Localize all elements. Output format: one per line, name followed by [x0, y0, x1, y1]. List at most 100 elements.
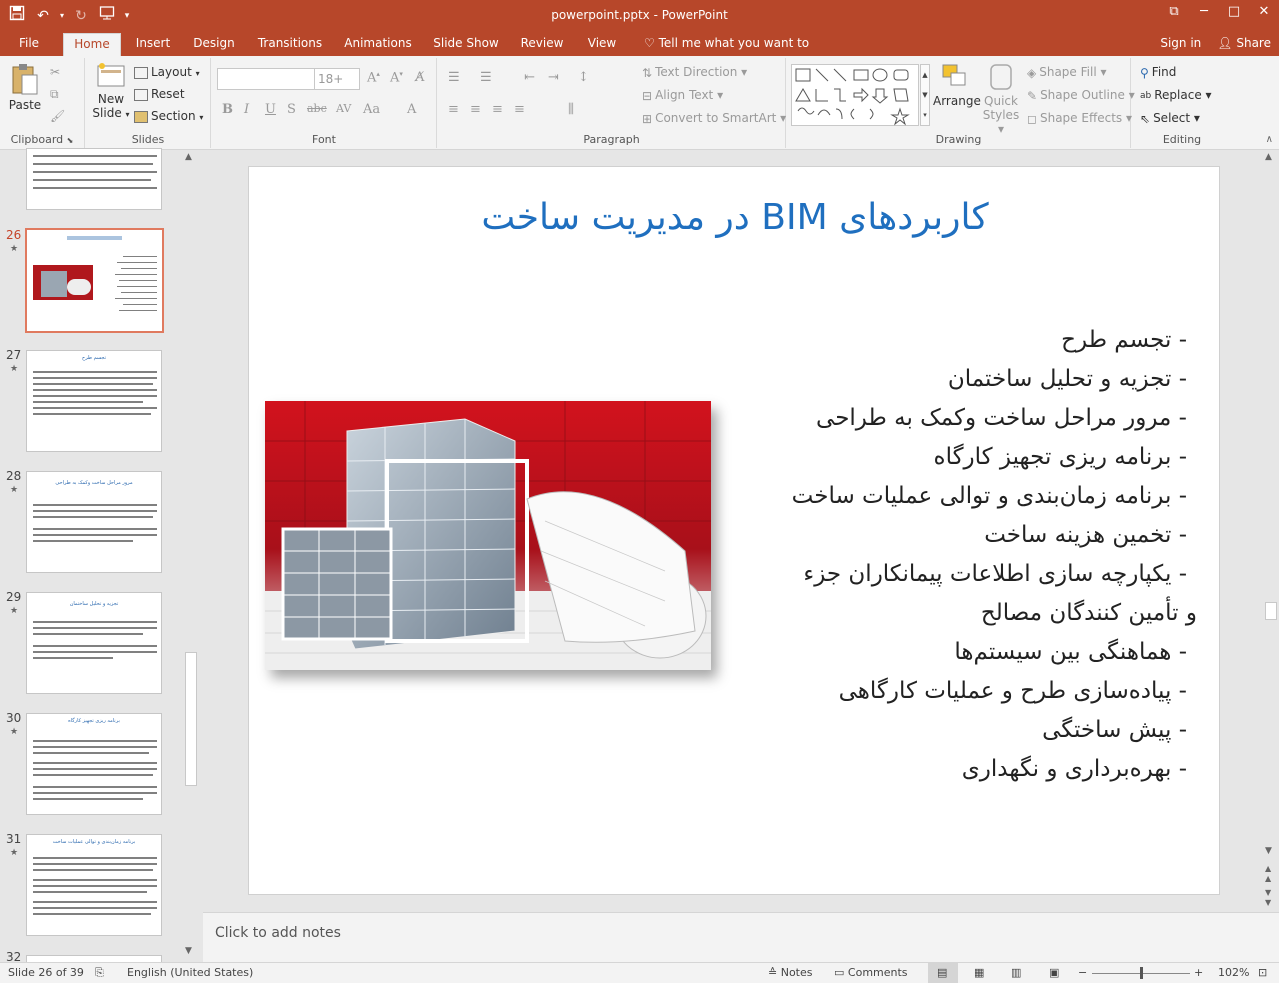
tab-home[interactable]: Home [63, 33, 121, 56]
bullets-icon[interactable]: ☰ [448, 70, 460, 85]
tab-insert[interactable]: Insert [131, 33, 175, 56]
justify-icon[interactable]: ≡ [514, 102, 525, 117]
new-slide-button[interactable]: New Slide ▾ [90, 62, 132, 122]
zoom-slider-thumb[interactable] [1140, 967, 1143, 979]
thumbnail-slide-29[interactable]: تجزیه و تحلیل ساختمان [26, 592, 162, 694]
font-color-icon[interactable]: A [407, 102, 416, 117]
slide-title[interactable]: کاربردهای BIM در مدیریت ساخت [249, 197, 1221, 238]
shapes-gallery[interactable] [791, 64, 919, 126]
tab-animations[interactable]: Animations [341, 33, 415, 56]
shapes-more-icon[interactable]: ▲ ▼ ▾ [920, 64, 930, 126]
tab-file[interactable]: File [10, 33, 48, 56]
tab-review[interactable]: Review [517, 33, 567, 56]
align-text-button[interactable]: ⊟ Align Text ▾ [642, 85, 723, 105]
align-left-icon[interactable]: ≡ [448, 102, 459, 117]
layout-button[interactable]: Layout ▾ [134, 62, 200, 82]
reset-button[interactable]: Reset [134, 84, 185, 104]
previous-slide-icon[interactable]: ▲ ▲ [1265, 864, 1271, 884]
align-center-icon[interactable]: ≡ [470, 102, 481, 117]
scroll-up-icon[interactable]: ▲ [185, 152, 192, 162]
slide-sorter-icon[interactable]: ▦ [974, 966, 984, 979]
slide-canvas[interactable]: کاربردهای BIM در مدیریت ساخت - تجسم طرح … [248, 166, 1220, 895]
thumbnail-slide-31[interactable]: برنامه زمان‌بندی و توالی عملیات ساخت [26, 834, 162, 936]
slide-show-view-icon[interactable]: ▣ [1049, 966, 1059, 979]
zoom-out-icon[interactable]: − [1078, 966, 1087, 979]
thumbnail-title: تجسم طرح [82, 355, 106, 361]
font-name-box[interactable] [217, 68, 315, 90]
line-spacing-icon[interactable]: ↕ [578, 70, 589, 85]
tab-transitions[interactable]: Transitions [254, 33, 326, 56]
find-button[interactable]: ⚲ Find [1140, 62, 1176, 82]
shape-outline-button[interactable]: ✎ Shape Outline ▾ [1027, 85, 1135, 105]
comments-button[interactable]: ▭ Comments [834, 966, 908, 979]
sign-in-link[interactable]: Sign in [1160, 36, 1201, 50]
thumbnail-number: 27 [6, 348, 22, 362]
decrease-font-icon[interactable]: A▾ [390, 70, 403, 85]
cut-icon[interactable]: ✂ [50, 62, 60, 82]
thumbnail-slide-28[interactable]: مرور مراحل ساخت وکمک به طراحی [26, 471, 162, 573]
italic-icon[interactable]: I [244, 102, 249, 117]
slide-scrollbar[interactable]: ▲ ▼ ▲ ▲ ▼ ▼ [1263, 150, 1279, 912]
change-case-icon[interactable]: Aa [363, 102, 380, 117]
section-button[interactable]: Section ▾ [134, 106, 203, 126]
shape-effects-button[interactable]: ◻ Shape Effects ▾ [1027, 108, 1132, 128]
shadow-icon[interactable]: S [287, 102, 296, 117]
notes-pane[interactable]: Click to add notes [203, 912, 1279, 962]
font-size-box[interactable]: 18+ [314, 68, 360, 90]
scroll-down-icon[interactable]: ▼ [185, 946, 192, 956]
copy-icon[interactable]: ⧉ [50, 84, 59, 104]
tell-me-box[interactable]: ♡ Tell me what you want to do... [644, 33, 834, 71]
strikethrough-icon[interactable]: abc [307, 102, 327, 115]
scrollbar-thumb[interactable] [1265, 602, 1277, 620]
minimize-button[interactable]: ─ [1189, 0, 1219, 26]
thumbnail-slide-30[interactable]: برنامه ریزی تجهیز کارگاه [26, 713, 162, 815]
arrange-button[interactable]: Arrange [933, 62, 981, 108]
numbering-icon[interactable]: ☰ [480, 70, 492, 85]
scrollbar-thumb[interactable] [185, 652, 197, 786]
close-button[interactable]: ✕ [1249, 0, 1279, 26]
thumbnail-slide-26[interactable] [25, 228, 164, 333]
ribbon-display-options-icon[interactable]: ⧉ [1159, 0, 1189, 26]
dialog-launcher-icon[interactable]: ⬊ [67, 136, 74, 145]
fit-slide-icon[interactable]: ⊡ [1258, 966, 1267, 979]
zoom-in-icon[interactable]: + [1194, 966, 1203, 979]
shape-fill-button[interactable]: ◈ Shape Fill ▾ [1027, 62, 1107, 82]
tab-view[interactable]: View [583, 33, 621, 56]
text-direction-button[interactable]: ⇅ Text Direction ▾ [642, 62, 747, 82]
notes-placeholder[interactable]: Click to add notes [215, 925, 341, 941]
bim-building-picture[interactable] [265, 401, 711, 670]
next-slide-icon[interactable]: ▼ ▼ [1265, 888, 1271, 908]
spelling-icon[interactable]: ⎘ [95, 966, 104, 980]
collapse-ribbon-icon[interactable]: ∧ [1266, 134, 1273, 145]
align-right-icon[interactable]: ≡ [492, 102, 503, 117]
columns-icon[interactable]: ⫼ [568, 102, 574, 117]
share-button[interactable]: 👤︎ Share [1217, 36, 1271, 50]
increase-indent-icon[interactable]: ⇥ [548, 70, 559, 85]
quick-styles-button[interactable]: Quick Styles ▾ [979, 62, 1023, 136]
convert-smartart-button[interactable]: ⊞ Convert to SmartArt ▾ [642, 108, 786, 128]
tab-design[interactable]: Design [189, 33, 239, 56]
thumbnail-scrollbar[interactable]: ▲ ▼ [183, 150, 199, 962]
tab-slide-show[interactable]: Slide Show [431, 33, 501, 56]
maximize-button[interactable]: □ [1219, 0, 1249, 26]
bullet-list[interactable]: - تجسم طرح - تجزیه و تحلیل ساختمان - مرو… [767, 321, 1197, 789]
decrease-indent-icon[interactable]: ⇤ [524, 70, 535, 85]
notes-button[interactable]: ≙ Notes [768, 966, 813, 979]
scroll-up-icon[interactable]: ▲ [1265, 152, 1272, 162]
language-indicator[interactable]: English (United States) [127, 966, 253, 979]
reading-view-icon[interactable]: ▥ [1011, 966, 1021, 979]
replace-button[interactable]: ab Replace ▾ [1140, 85, 1212, 105]
zoom-level[interactable]: 102% [1218, 966, 1249, 979]
thumbnail-number: 31 [6, 832, 22, 846]
increase-font-icon[interactable]: A▴ [367, 70, 380, 85]
paste-button[interactable]: Paste [4, 62, 46, 112]
character-spacing-icon[interactable]: AV [336, 102, 351, 115]
thumbnail-slide-27[interactable]: تجسم طرح [26, 350, 162, 452]
format-painter-icon[interactable]: 🖌︎ [50, 106, 65, 126]
thumbnail-slide-25[interactable] [26, 148, 162, 210]
underline-icon[interactable]: U [265, 102, 276, 117]
select-button[interactable]: ⇖ Select ▾ [1140, 108, 1200, 128]
bold-icon[interactable]: B [222, 102, 233, 117]
clear-formatting-icon[interactable]: A̸ [415, 70, 424, 85]
scroll-down-icon[interactable]: ▼ [1265, 846, 1272, 856]
